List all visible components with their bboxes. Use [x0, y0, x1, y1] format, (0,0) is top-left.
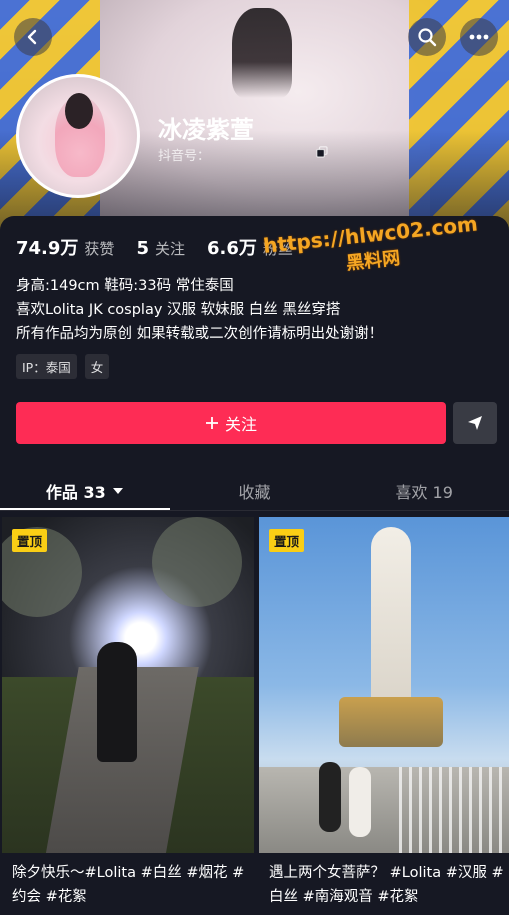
- avatar[interactable]: [16, 74, 140, 198]
- bio: 身高:149cm 鞋码:33码 常住泰国 喜欢Lolita JK cosplay…: [16, 274, 486, 346]
- pinned-badge: 置顶: [12, 529, 48, 552]
- nickname: 冰凌紫萱: [158, 116, 254, 144]
- thumb-tree: [152, 517, 242, 607]
- thumb-statue-base: [339, 697, 443, 747]
- tag-list: IP：泰国 女: [16, 354, 110, 379]
- follow-button[interactable]: 关注: [16, 402, 446, 444]
- stat-likes[interactable]: 74.9万 获赞: [16, 234, 114, 260]
- pinned-badge: 置顶: [269, 529, 305, 552]
- tab-works[interactable]: 作品 33: [0, 471, 170, 511]
- stat-value: 6.6万: [206, 238, 257, 259]
- more-icon: [469, 34, 489, 40]
- banner-figure: [232, 8, 292, 98]
- video-caption: 遇上两个女菩萨？ #Lolita #汉服 #白丝 #南海观音 #花絮: [269, 865, 504, 905]
- stat-value: 74.9万: [16, 238, 79, 259]
- plus-icon: [205, 417, 218, 429]
- search-button[interactable]: [408, 18, 446, 56]
- tab-label: 收藏: [238, 483, 271, 502]
- chevron-down-icon: [112, 488, 123, 494]
- bio-line: 所有作品均为原创 如果转载或二次创作请标明出处谢谢！: [16, 326, 384, 342]
- stat-label: 获赞: [84, 240, 115, 258]
- video-caption: 除夕快乐～#Lolita #白丝 #烟花 #约会 #花絮: [12, 865, 245, 905]
- tab-favorites[interactable]: 收藏: [170, 471, 340, 511]
- bio-line: 喜欢Lolita JK cosplay 汉服 软妹服 白丝 黑丝穿搭: [16, 302, 341, 318]
- more-button[interactable]: [460, 18, 498, 56]
- follow-label: 关注: [224, 415, 257, 434]
- ip-tag: IP：泰国: [16, 354, 77, 379]
- thumb-person: [319, 762, 341, 832]
- back-button[interactable]: [14, 18, 52, 56]
- thumb-statue: [371, 527, 411, 717]
- tab-indicator: [0, 508, 170, 510]
- thumb-person: [349, 767, 371, 837]
- bio-line: 身高:149cm 鞋码:33码 常住泰国: [16, 278, 234, 294]
- stat-label: 关注: [154, 240, 185, 258]
- profile-tabs: 作品 33 收藏 喜欢 19: [0, 471, 509, 511]
- share-icon: [468, 416, 482, 430]
- copy-icon[interactable]: [316, 146, 328, 158]
- thumb-couple: [97, 642, 137, 762]
- back-icon: [27, 29, 37, 45]
- tab-divider: [0, 510, 509, 511]
- profile-panel: 74.9万 获赞 5 关注 6.6万 粉丝 身高:149cm 鞋码:33码 常住…: [0, 211, 509, 915]
- stat-following[interactable]: 5 关注: [136, 238, 185, 259]
- video-card[interactable]: 置顶 遇上两个女菩萨？ #Lolita #汉服 #白丝 #南海观音 #花絮: [259, 517, 509, 915]
- watermark: https://hlwc02.com 黑料网: [262, 211, 482, 283]
- video-card[interactable]: 置顶 除夕快乐～#Lolita #白丝 #烟花 #约会 #花絮: [2, 517, 254, 915]
- douyin-id-label: 抖音号：: [158, 149, 211, 164]
- share-button[interactable]: [453, 402, 497, 444]
- tab-likes[interactable]: 喜欢 19: [339, 471, 509, 511]
- stats-row: 74.9万 获赞 5 关注 6.6万 粉丝: [16, 234, 293, 260]
- stat-value: 5: [136, 238, 149, 259]
- gender-tag: 女: [84, 354, 110, 379]
- video-thumbnail: 置顶: [259, 517, 509, 853]
- tab-label: 作品 33: [45, 483, 106, 502]
- video-thumbnail: 置顶: [2, 517, 254, 853]
- avatar-hair: [65, 93, 93, 129]
- tab-label: 喜欢 19: [395, 483, 453, 502]
- search-icon: [418, 28, 437, 47]
- thumb-railing: [399, 767, 509, 853]
